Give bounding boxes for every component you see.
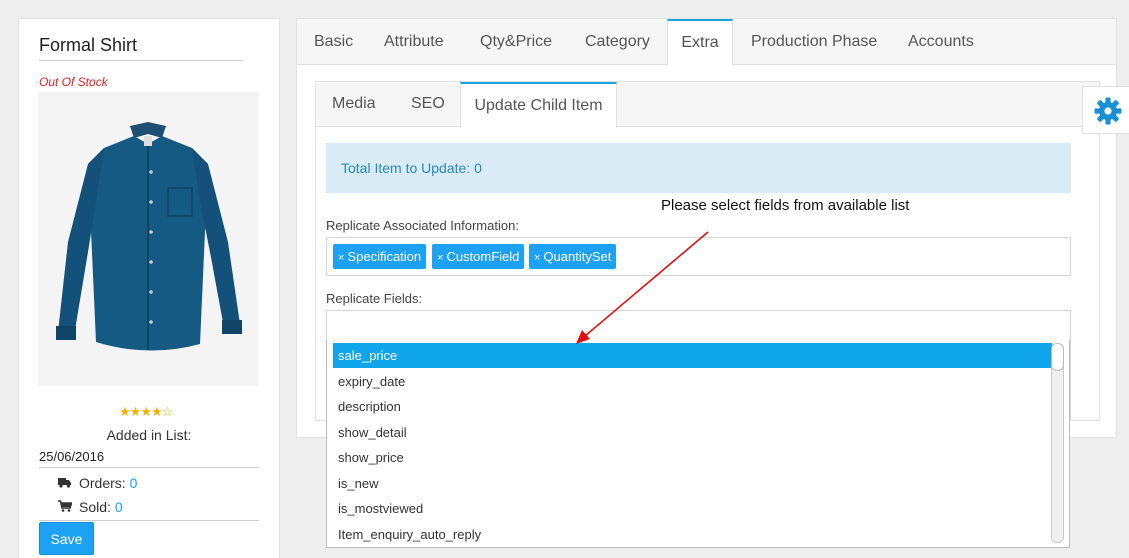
orders-label: Orders: bbox=[79, 475, 126, 491]
added-date: 25/06/2016 bbox=[39, 449, 105, 464]
update-count-alert: Total Item to Update: 0 bbox=[326, 143, 1071, 193]
option-show-price[interactable]: show_price bbox=[333, 445, 1052, 470]
added-in-list-label: Added in List: bbox=[106, 427, 192, 443]
replicate-fields-dropdown[interactable]: sale_price expiry_date description show_… bbox=[326, 340, 1070, 548]
star-outline-icon: ☆ bbox=[161, 404, 174, 419]
tab-basic[interactable]: Basic bbox=[314, 19, 353, 65]
sub-tabs: Media SEO Update Child Item bbox=[316, 82, 1099, 128]
main-tabs: Basic Attribute Qty&Price Category Extra… bbox=[297, 19, 1116, 66]
star-icon: ★ bbox=[140, 404, 152, 419]
remove-tag-icon[interactable]: × bbox=[534, 252, 540, 264]
replicate-fields-label: Replicate Fields: bbox=[326, 291, 423, 306]
tab-update-child-item[interactable]: Update Child Item bbox=[460, 82, 617, 128]
star-icon: ★ bbox=[129, 404, 142, 419]
stock-status: Out Of Stock bbox=[39, 75, 108, 89]
product-rating: ★★★★☆ bbox=[119, 404, 174, 420]
cart-icon bbox=[57, 499, 73, 515]
tag-customfield[interactable]: × CustomField bbox=[432, 244, 525, 269]
replicate-associated-label: Replicate Associated Information: bbox=[326, 218, 519, 233]
remove-tag-icon[interactable]: × bbox=[338, 252, 344, 264]
tag-quantityset[interactable]: × QuantitySet bbox=[529, 244, 617, 269]
option-is-mostviewed[interactable]: is_mostviewed bbox=[333, 496, 1052, 521]
product-image bbox=[38, 92, 259, 386]
sold-stat: Sold: 0 bbox=[57, 499, 123, 515]
dropdown-scrollbar[interactable] bbox=[1051, 343, 1064, 543]
tab-production-phase[interactable]: Production Phase bbox=[751, 19, 877, 65]
option-expiry-date[interactable]: expiry_date bbox=[333, 369, 1052, 394]
orders-stat: Orders: 0 bbox=[57, 475, 137, 491]
tab-seo[interactable]: SEO bbox=[411, 82, 445, 127]
tab-extra[interactable]: Extra bbox=[667, 19, 733, 66]
shirt-image bbox=[38, 92, 259, 386]
divider bbox=[39, 467, 259, 468]
tab-attribute[interactable]: Attribute bbox=[384, 19, 444, 65]
option-item-enquiry-auto-reply[interactable]: Item_enquiry_auto_reply bbox=[333, 522, 1052, 547]
option-is-new[interactable]: is_new bbox=[333, 471, 1052, 496]
tab-media[interactable]: Media bbox=[332, 82, 376, 127]
gear-icon bbox=[1094, 97, 1122, 125]
option-sale-price[interactable]: sale_price bbox=[333, 343, 1052, 368]
tag-label: CustomField bbox=[446, 249, 520, 264]
sold-label: Sold: bbox=[79, 499, 111, 515]
save-button[interactable]: Save bbox=[39, 522, 94, 555]
option-show-detail[interactable]: show_detail bbox=[333, 420, 1052, 445]
orders-value[interactable]: 0 bbox=[130, 475, 138, 491]
tag-specification[interactable]: × Specification bbox=[333, 244, 427, 269]
sold-value[interactable]: 0 bbox=[115, 499, 123, 515]
star-icon: ★ bbox=[119, 404, 131, 419]
product-card: Formal Shirt Out Of Stock ★★★★☆ Added in… bbox=[18, 18, 280, 558]
truck-icon bbox=[57, 475, 73, 491]
star-icon: ★ bbox=[150, 404, 163, 419]
tag-label: Specification bbox=[347, 249, 422, 264]
tab-qty-price[interactable]: Qty&Price bbox=[480, 19, 552, 65]
title-divider bbox=[39, 60, 243, 61]
scrollbar-thumb[interactable] bbox=[1051, 343, 1064, 371]
tab-accounts[interactable]: Accounts bbox=[908, 19, 974, 65]
settings-button[interactable] bbox=[1082, 86, 1129, 134]
replicate-associated-select[interactable]: × Specification × CustomField × QuantitySet bbox=[326, 237, 1071, 276]
product-title: Formal Shirt bbox=[39, 35, 138, 55]
annotation-text: Please select fields from available list bbox=[661, 197, 910, 214]
tag-label: QuantitySet bbox=[543, 249, 612, 264]
option-description[interactable]: description bbox=[333, 394, 1052, 419]
tab-category[interactable]: Category bbox=[585, 19, 650, 65]
divider bbox=[39, 520, 259, 521]
remove-tag-icon[interactable]: × bbox=[437, 252, 443, 264]
